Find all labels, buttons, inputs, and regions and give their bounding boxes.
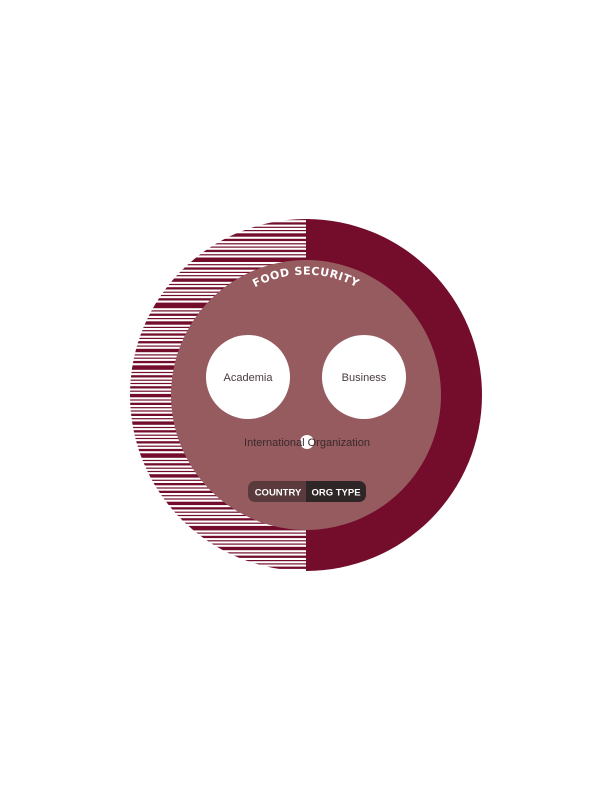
stripe-line [130,238,310,242]
stripe-line [120,571,310,577]
stripe-line [130,532,310,534]
stripe-line [130,566,310,569]
bubble-label: Academia [224,372,274,384]
stripe-line [130,543,310,545]
stripe-line [130,540,310,542]
stripe-line [130,546,310,551]
toggle-country-label: COUNTRY [255,488,302,499]
stripe-line [130,230,310,232]
stripe-line [130,257,310,262]
stripe-line [130,249,310,253]
toggle-org-type-button[interactable]: ORG TYPE [306,481,366,502]
toggle-org-type-label: ORG TYPE [311,488,360,499]
toggle-country-button[interactable]: COUNTRY [248,481,306,502]
bubble-international-organization[interactable]: International Organization [244,435,370,449]
food-security-diagram: FOOD SECURITY Academia Business Internat… [120,219,482,577]
stripe-line [130,222,310,225]
stripe-line [130,246,310,248]
stripe-line [130,233,310,237]
stripe-line [130,535,310,539]
stripe-line [130,226,310,228]
stripe-line [130,243,310,245]
stripe-line [130,563,310,565]
stripe-line [130,254,310,256]
bubble-label: International Organization [244,437,370,449]
stripe-line [130,219,310,221]
bubble-label: Business [342,372,387,384]
bubble-academia[interactable]: Academia [206,335,290,419]
stripe-line [130,552,310,554]
stripe-line [130,560,310,562]
bubble-business[interactable]: Business [322,335,406,419]
view-toggle: COUNTRY ORG TYPE [248,481,366,502]
stripe-line [130,555,310,558]
